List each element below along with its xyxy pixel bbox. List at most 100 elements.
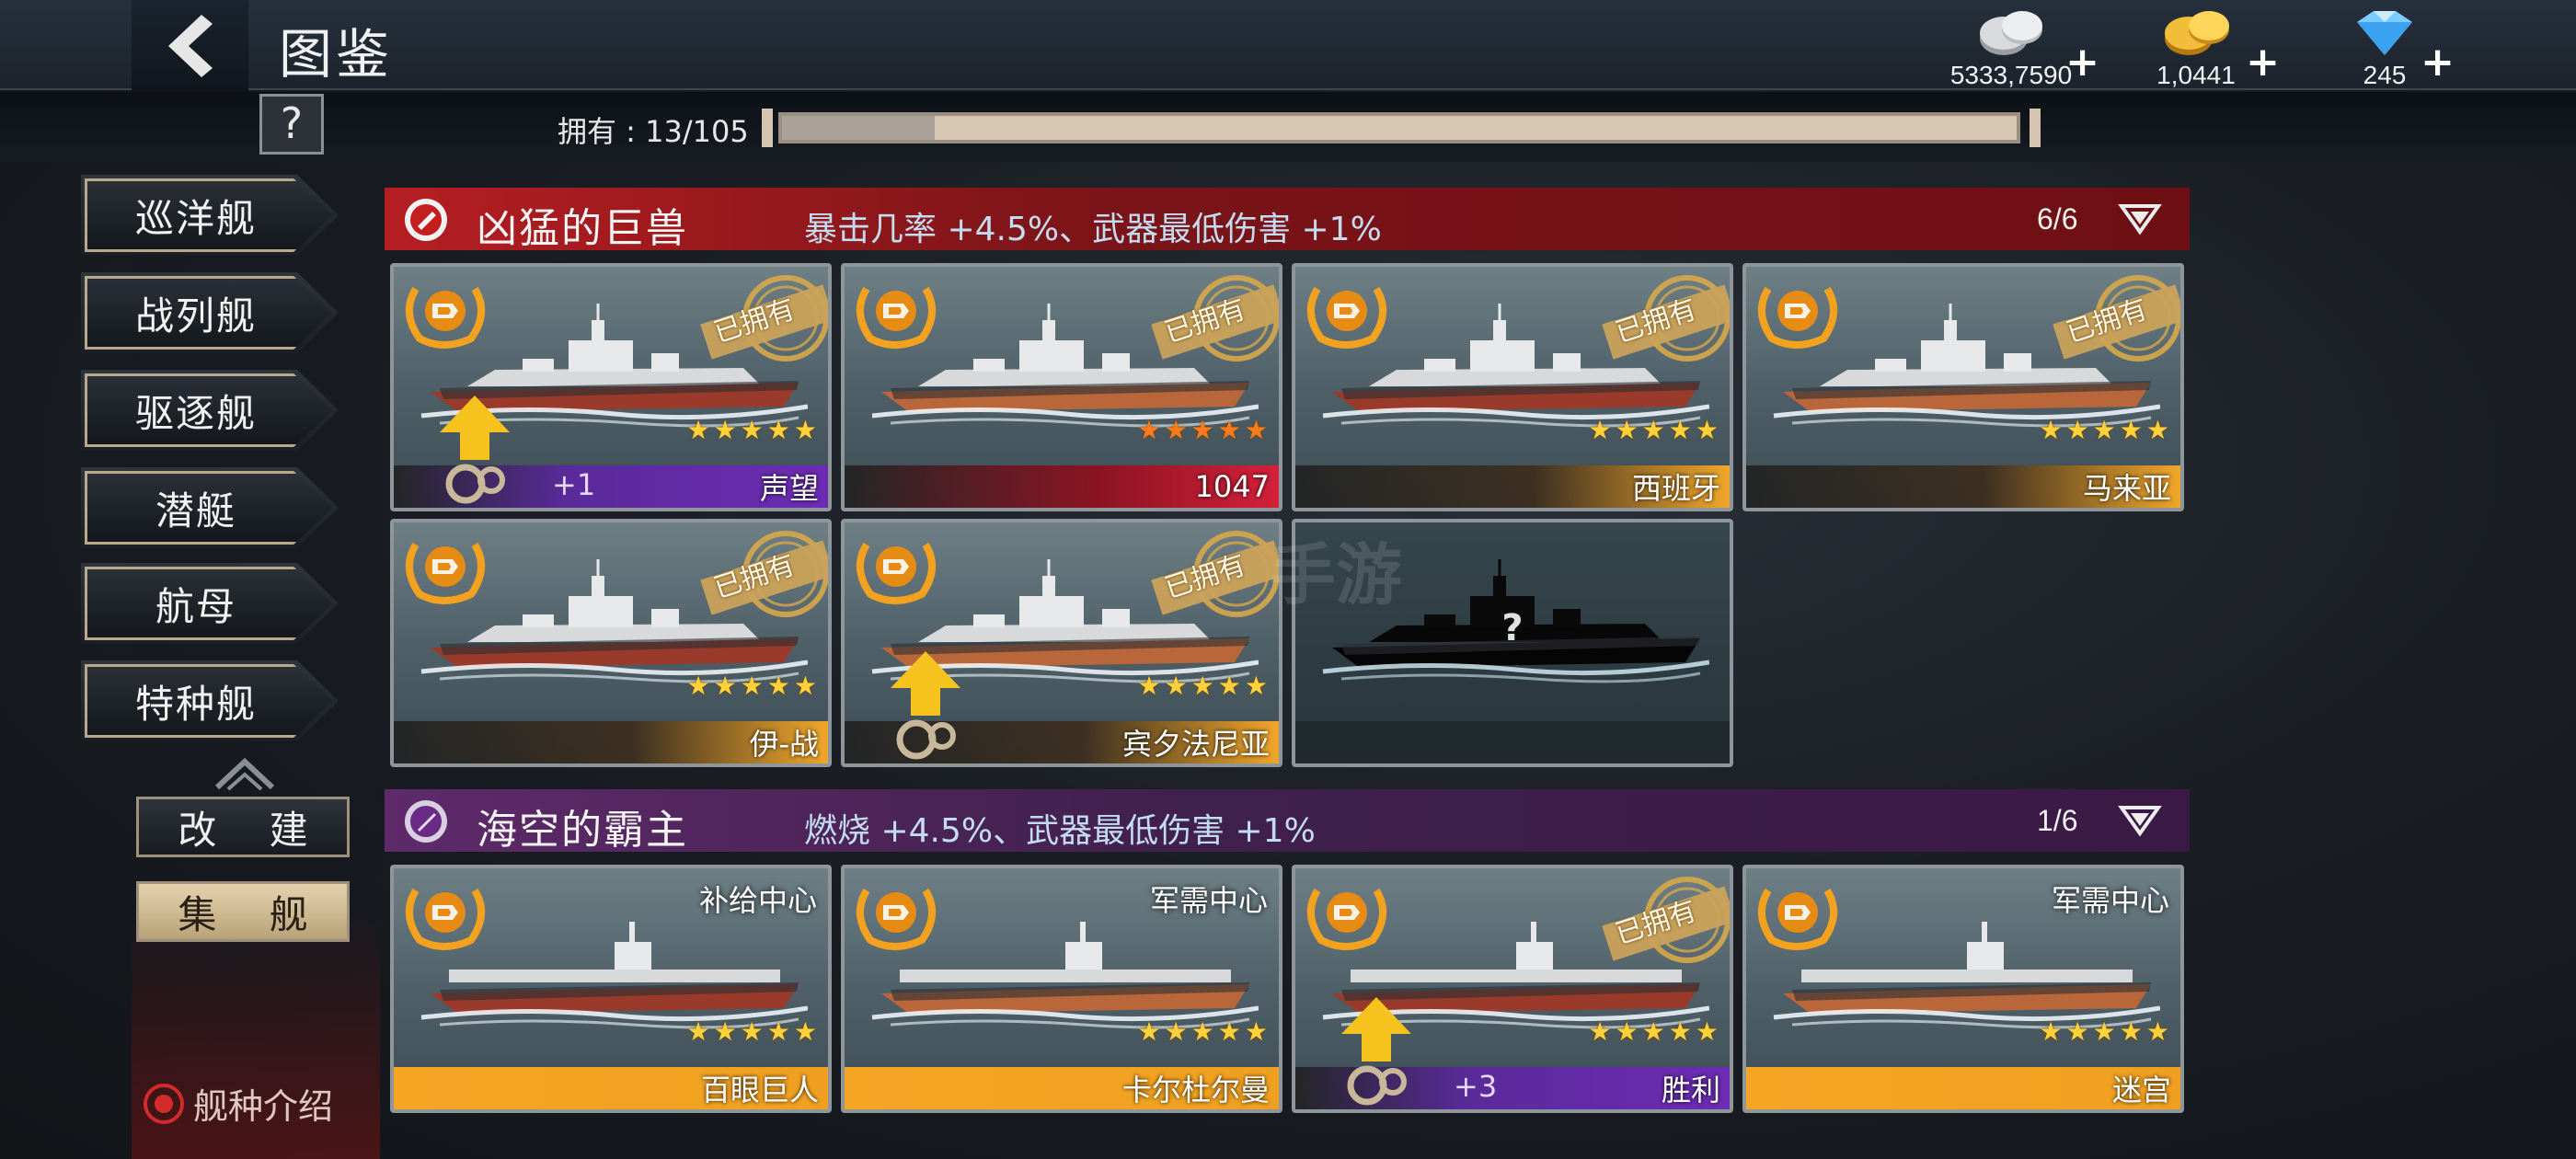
- laurel-rank-icon: [406, 286, 485, 349]
- star-icon: ★: [2145, 415, 2169, 445]
- star-icon: ★: [1217, 671, 1241, 701]
- upgrade-arrow-icon: [891, 651, 960, 760]
- ship-card[interactable]: 已拥有 ★ ★ ★ ★ ★ 宾夕法尼亚: [841, 519, 1282, 767]
- ship-type-intro-link[interactable]: 舰种介绍: [142, 1078, 333, 1129]
- star-icon: ★: [686, 671, 710, 701]
- star-icon: ★: [2092, 1016, 2116, 1047]
- silver-coins-icon: [1980, 11, 2042, 55]
- section-bonus: 燃烧 +4.5%、武器最低伤害 +1%: [804, 812, 1316, 850]
- burn-bonus-icon: [405, 800, 447, 843]
- ship-card[interactable]: 已拥有 ★ ★ ★ ★ ★ +3 胜利: [1292, 865, 1733, 1113]
- section-title: 海空的霸主: [477, 807, 688, 854]
- silver-plus-button[interactable]: +: [2065, 39, 2099, 86]
- star-rating: ★ ★ ★ ★ ★: [686, 673, 817, 699]
- star-rating: ★ ★ ★ ★ ★: [1588, 1019, 1719, 1045]
- star-icon: ★: [1217, 415, 1241, 445]
- diamond-currency[interactable]: 245 +: [2320, 4, 2455, 89]
- ship-name: 马来亚: [2082, 471, 2171, 506]
- enhance-level: +1: [552, 467, 596, 502]
- star-icon: ★: [1641, 1016, 1665, 1047]
- laurel-rank-icon: [1758, 286, 1837, 349]
- star-icon: ★: [1695, 415, 1719, 445]
- star-icon: ★: [766, 1016, 790, 1047]
- enhance-level: +3: [1454, 1069, 1498, 1104]
- ship-name: 伊-战: [749, 727, 819, 762]
- section-count: 1/6: [2037, 804, 2078, 837]
- back-button[interactable]: [132, 0, 248, 92]
- star-icon: ★: [1588, 1016, 1612, 1047]
- nav-item-4[interactable]: 航母: [81, 563, 339, 644]
- ship-card[interactable]: 补给中心 ★ ★ ★ ★ ★ 百眼巨人: [390, 865, 832, 1113]
- source-tag: 军需中心: [1149, 883, 1268, 918]
- ship-name: 胜利: [1661, 1073, 1720, 1107]
- section-title: 凶猛的巨兽: [477, 205, 688, 252]
- ship-name: 西班牙: [1631, 471, 1720, 506]
- diamond-plus-button[interactable]: +: [2421, 39, 2455, 86]
- ship-name-bar: [1295, 721, 1730, 763]
- ship-card[interactable]: 军需中心 ★ ★ ★ ★ ★ 卡尔杜尔曼: [841, 865, 1282, 1113]
- section-header-sea-air-overlords[interactable]: 海空的霸主 燃烧 +4.5%、武器最低伤害 +1% 1/6: [385, 789, 2190, 854]
- star-icon: ★: [713, 415, 737, 445]
- nav-item-2[interactable]: 驱逐舰: [81, 370, 339, 451]
- star-icon: ★: [686, 415, 710, 445]
- nav-item-0[interactable]: 巡洋舰: [81, 175, 339, 256]
- upgrade-arrow-icon: [1341, 997, 1411, 1106]
- help-button[interactable]: ?: [259, 94, 324, 155]
- gold-currency[interactable]: 1,0441 +: [2118, 4, 2280, 89]
- ship-type-intro-label: 舰种介绍: [193, 1086, 334, 1127]
- ship-name: 百眼巨人: [700, 1073, 819, 1107]
- nav-item-3[interactable]: 潜艇: [81, 467, 339, 548]
- ship-card[interactable]: 已拥有 ★ ★ ★ ★ ★ 西班牙: [1292, 263, 1733, 511]
- laurel-rank-icon: [406, 542, 485, 604]
- star-icon: ★: [740, 671, 764, 701]
- star-icon: ★: [1615, 1016, 1639, 1047]
- star-icon: ★: [1668, 1016, 1692, 1047]
- nav-item-1[interactable]: 战列舰: [81, 272, 339, 353]
- scroll-up-icon[interactable]: [212, 754, 278, 791]
- source-tag: 军需中心: [2051, 883, 2169, 918]
- ship-card[interactable]: 军需中心 ★ ★ ★ ★ ★ 迷宫: [1742, 865, 2184, 1113]
- star-icon: ★: [1164, 1016, 1188, 1047]
- collect-fleet-button[interactable]: 集 舰: [136, 881, 350, 942]
- collapse-triangle-icon[interactable]: [2118, 201, 2162, 237]
- star-icon: ★: [1190, 415, 1214, 445]
- star-icon: ★: [1641, 415, 1665, 445]
- ship-name: 声望: [759, 471, 819, 506]
- star-icon: ★: [1244, 415, 1268, 445]
- star-rating: ★ ★ ★ ★ ★: [2039, 1019, 2169, 1045]
- ship-card[interactable]: 已拥有 ★ ★ ★ ★ ★ 伊-战: [390, 519, 832, 767]
- star-rating: ★ ★ ★ ★ ★: [2039, 418, 2169, 443]
- ship-name-bar: 卡尔杜尔曼: [845, 1067, 1279, 1109]
- ship-card[interactable]: 已拥有 ★ ★ ★ ★ ★ +1 声望: [390, 263, 832, 511]
- star-icon: ★: [686, 1016, 710, 1047]
- section-header-fierce-beasts[interactable]: 凶猛的巨兽 暴击几率 +4.5%、武器最低伤害 +1% 6/6: [385, 188, 2190, 252]
- star-icon: ★: [2119, 415, 2143, 445]
- laurel-rank-icon: [1758, 888, 1837, 950]
- ship-card[interactable]: 已拥有 ★ ★ ★ ★ ★ 1047: [841, 263, 1282, 511]
- ship-name: 卡尔杜尔曼: [1121, 1073, 1270, 1107]
- nav-item-label: 航母: [155, 583, 236, 629]
- ship-name-bar: 马来亚: [1746, 465, 2180, 508]
- rebuild-button[interactable]: 改 建: [136, 797, 350, 857]
- star-icon: ★: [2092, 415, 2116, 445]
- star-icon: ★: [1244, 671, 1268, 701]
- star-icon: ★: [793, 415, 817, 445]
- star-icon: ★: [2065, 1016, 2089, 1047]
- gold-plus-button[interactable]: +: [2246, 39, 2280, 86]
- back-arrow-icon: [167, 15, 213, 77]
- ship-name-bar: 迷宫: [1746, 1067, 2180, 1109]
- laurel-rank-icon: [857, 888, 936, 950]
- source-tag: 补给中心: [698, 883, 817, 918]
- star-rating: ★ ★ ★ ★ ★: [1137, 418, 1268, 443]
- star-icon: ★: [1217, 1016, 1241, 1047]
- ship-card[interactable]: 已拥有 ★ ★ ★ ★ ★ 马来亚: [1742, 263, 2184, 511]
- nav-item-label: 巡洋舰: [134, 195, 257, 241]
- collapse-triangle-icon[interactable]: [2118, 802, 2162, 839]
- section-bonus: 暴击几率 +4.5%、武器最低伤害 +1%: [804, 211, 1382, 248]
- collection-progress-fill: [782, 116, 936, 140]
- critical-bonus-icon: [405, 199, 447, 241]
- silver-currency[interactable]: 5333,7590 +: [1928, 4, 2099, 89]
- star-icon: ★: [713, 1016, 737, 1047]
- nav-item-5[interactable]: 特种舰: [81, 660, 339, 741]
- ship-name-bar: 1047: [845, 465, 1279, 508]
